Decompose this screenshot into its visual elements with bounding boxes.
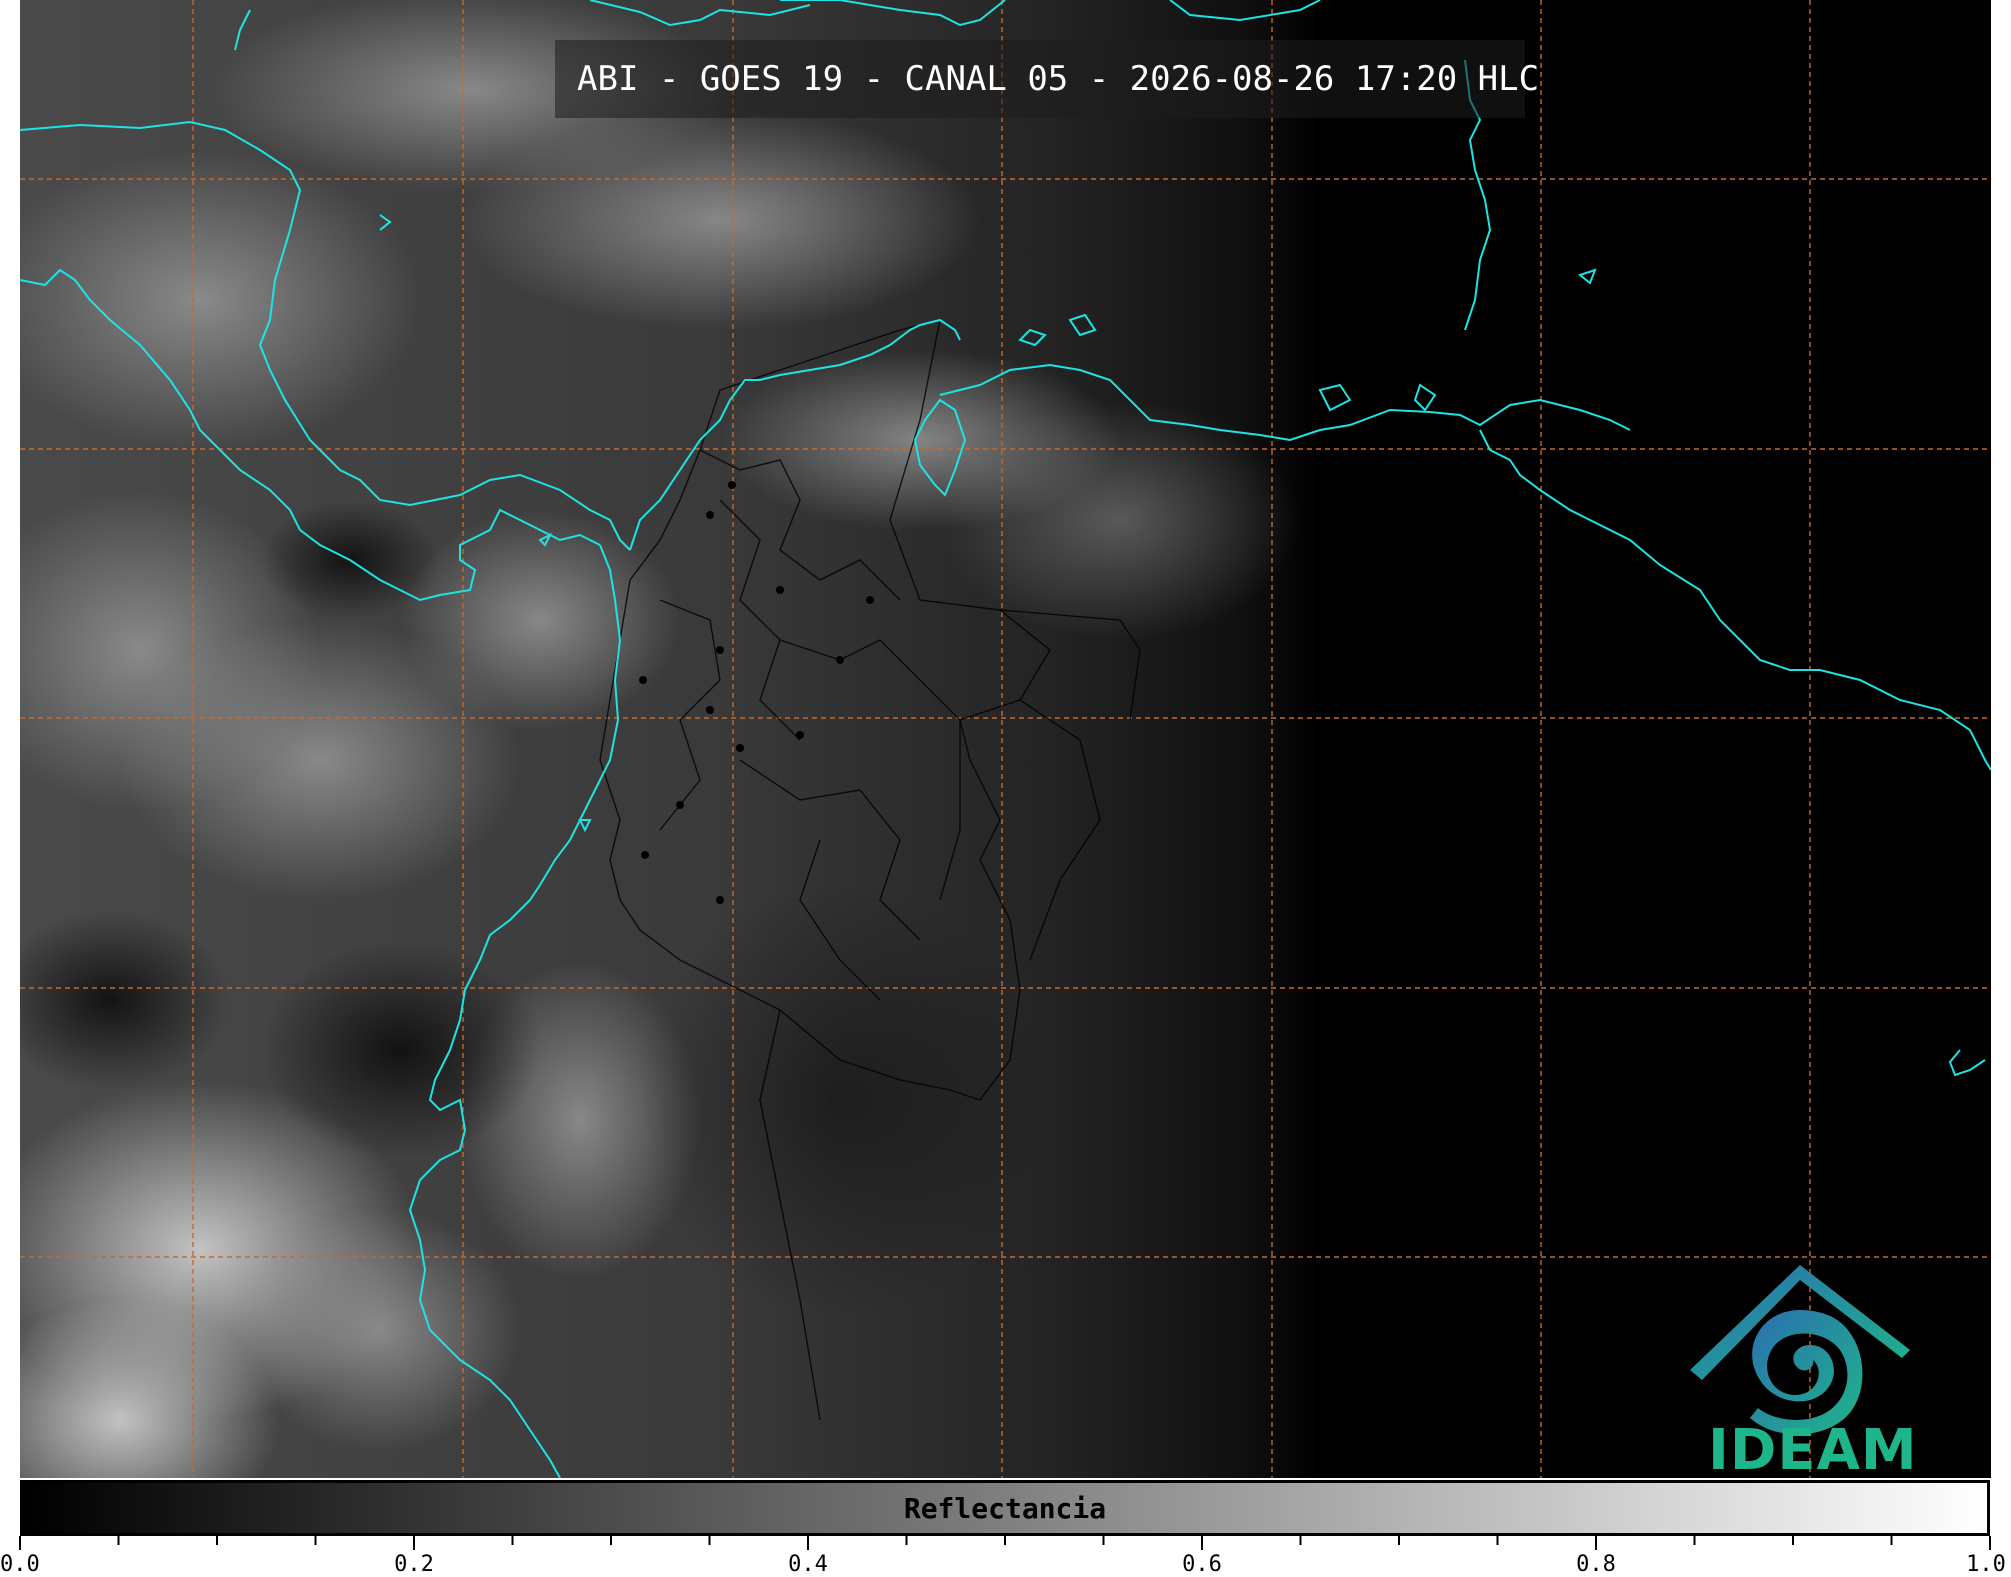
image-title: ABI - GOES 19 - CANAL 05 - 2026-08-26 17… xyxy=(555,40,1539,118)
tick-label: 1.0 xyxy=(1966,1552,2006,1577)
satellite-map: ABI - GOES 19 - CANAL 05 - 2026-08-26 17… xyxy=(20,0,1991,1478)
logo-text: IDEAM xyxy=(1708,1418,1918,1478)
colorbar-label: Reflectancia xyxy=(903,1492,1107,1525)
colorbar-ticks xyxy=(19,1536,1991,1550)
tick-label: 0.0 xyxy=(0,1552,40,1577)
tick-label: 0.6 xyxy=(1182,1552,1222,1577)
tick-label: 0.2 xyxy=(394,1552,434,1577)
spiral-icon xyxy=(1750,1310,1863,1435)
tick-label: 0.4 xyxy=(788,1552,828,1577)
tick-label: 0.8 xyxy=(1576,1552,1616,1577)
colorbar: Reflectancia xyxy=(20,1480,1990,1536)
